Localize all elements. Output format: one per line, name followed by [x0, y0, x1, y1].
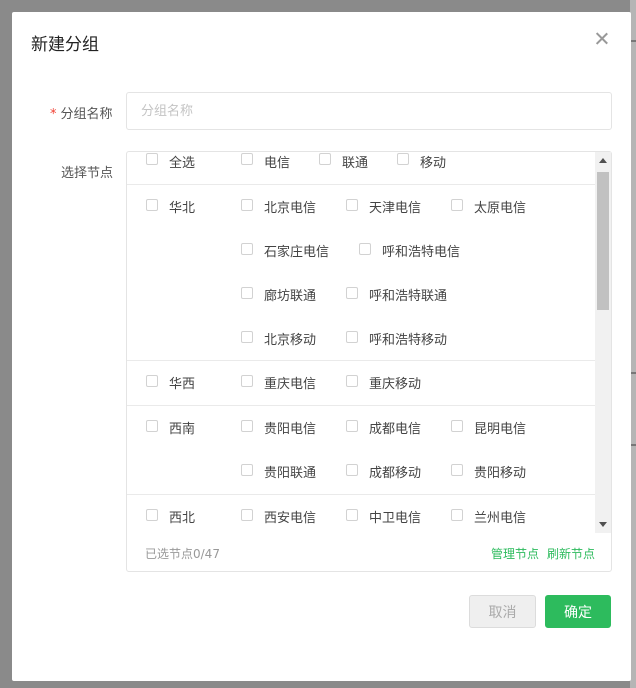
region-row-huabei: 华北 北京电信 天津电信 太原电信 石家庄电信 呼和浩特电信 廊坊联通 呼和浩特…	[127, 185, 595, 361]
unicom-filter-label[interactable]: 联通	[342, 152, 368, 171]
node-checkbox[interactable]	[451, 199, 463, 211]
dialog-title: 新建分组	[31, 35, 99, 55]
node-checkbox[interactable]	[346, 420, 358, 432]
node-checkbox[interactable]	[241, 509, 253, 521]
node-selector: 全选 电信 联通 移动 华北 北京电信 天津电信 太原电信 石家庄电信 呼和浩特…	[126, 151, 612, 572]
select-all-label[interactable]: 全选	[169, 152, 195, 171]
telecom-filter-checkbox[interactable]	[241, 153, 253, 165]
region-row-huaxi: 华西 重庆电信 重庆移动	[127, 361, 595, 406]
region-checkbox[interactable]	[146, 199, 158, 211]
node-label[interactable]: 成都电信	[369, 418, 421, 437]
telecom-filter-label[interactable]: 电信	[264, 152, 290, 171]
cancel-button[interactable]: 取消	[469, 595, 536, 628]
new-group-dialog: 新建分组 *分组名称 选择节点 全选 电信 联通 移动 华北 北京电信	[12, 12, 631, 681]
node-checkbox[interactable]	[359, 243, 371, 255]
node-label[interactable]: 西安电信	[264, 507, 316, 526]
node-checkbox[interactable]	[346, 509, 358, 521]
node-list-scrollbar[interactable]	[595, 152, 611, 533]
confirm-button[interactable]: 确定	[545, 595, 611, 628]
unicom-filter-checkbox[interactable]	[319, 153, 331, 165]
region-checkbox[interactable]	[146, 420, 158, 432]
node-label[interactable]: 呼和浩特电信	[382, 241, 460, 260]
node-label[interactable]: 呼和浩特联通	[369, 285, 447, 304]
close-icon[interactable]	[593, 30, 611, 48]
node-checkbox[interactable]	[241, 420, 253, 432]
region-row-xibei: 西北 西安电信 中卫电信 兰州电信	[127, 495, 595, 533]
node-label[interactable]: 成都移动	[369, 462, 421, 481]
node-label[interactable]: 北京移动	[264, 329, 316, 348]
node-label[interactable]: 贵阳移动	[474, 462, 526, 481]
select-all-checkbox[interactable]	[146, 153, 158, 165]
node-checkbox[interactable]	[346, 287, 358, 299]
mobile-filter-checkbox[interactable]	[397, 153, 409, 165]
node-checkbox[interactable]	[346, 199, 358, 211]
node-label[interactable]: 太原电信	[474, 197, 526, 216]
region-label[interactable]: 西南	[169, 418, 195, 437]
node-label[interactable]: 昆明电信	[474, 418, 526, 437]
node-checkbox[interactable]	[241, 287, 253, 299]
chevron-up-icon[interactable]	[595, 152, 611, 170]
region-checkbox[interactable]	[146, 509, 158, 521]
chevron-down-icon[interactable]	[595, 515, 611, 533]
node-checkbox[interactable]	[346, 331, 358, 343]
group-name-input[interactable]	[126, 92, 612, 130]
node-label[interactable]: 贵阳电信	[264, 418, 316, 437]
group-name-label-text: 分组名称	[60, 107, 113, 122]
node-label[interactable]: 石家庄电信	[264, 241, 329, 260]
node-checkbox[interactable]	[451, 509, 463, 521]
selected-count: 已选节点0/47	[145, 547, 220, 561]
node-label[interactable]: 兰州电信	[474, 507, 526, 526]
mobile-filter-label[interactable]: 移动	[420, 152, 446, 171]
group-name-label: * 分组名称	[50, 103, 113, 122]
node-label[interactable]: 天津电信	[369, 197, 421, 216]
region-label[interactable]: 西北	[169, 507, 195, 526]
node-label[interactable]: 中卫电信	[369, 507, 421, 526]
node-label[interactable]: 贵阳联通	[264, 462, 316, 481]
node-checkbox[interactable]	[451, 464, 463, 476]
node-checkbox[interactable]	[241, 199, 253, 211]
filter-row: 全选 电信 联通 移动	[127, 152, 595, 185]
node-label[interactable]: 重庆移动	[369, 373, 421, 392]
node-label[interactable]: 重庆电信	[264, 373, 316, 392]
select-nodes-label: 选择节点	[61, 166, 114, 181]
scrollbar-thumb[interactable]	[597, 172, 609, 310]
node-label[interactable]: 北京电信	[264, 197, 316, 216]
region-checkbox[interactable]	[146, 375, 158, 387]
node-label[interactable]: 廊坊联通	[264, 285, 316, 304]
region-row-xinan: 西南 贵阳电信 成都电信 昆明电信 贵阳联通 成都移动 贵阳移动	[127, 406, 595, 495]
node-checkbox[interactable]	[451, 420, 463, 432]
node-checkbox[interactable]	[346, 464, 358, 476]
node-checkbox[interactable]	[241, 243, 253, 255]
node-label[interactable]: 呼和浩特移动	[369, 329, 447, 348]
refresh-nodes-link[interactable]: 刷新节点	[547, 545, 595, 562]
node-checkbox[interactable]	[241, 464, 253, 476]
node-checkbox[interactable]	[346, 375, 358, 387]
node-list: 全选 电信 联通 移动 华北 北京电信 天津电信 太原电信 石家庄电信 呼和浩特…	[127, 152, 595, 533]
region-label[interactable]: 华北	[169, 197, 195, 216]
manage-nodes-link[interactable]: 管理节点	[491, 545, 539, 562]
required-mark: *	[50, 107, 57, 122]
node-checkbox[interactable]	[241, 331, 253, 343]
region-label[interactable]: 华西	[169, 373, 195, 392]
node-checkbox[interactable]	[241, 375, 253, 387]
